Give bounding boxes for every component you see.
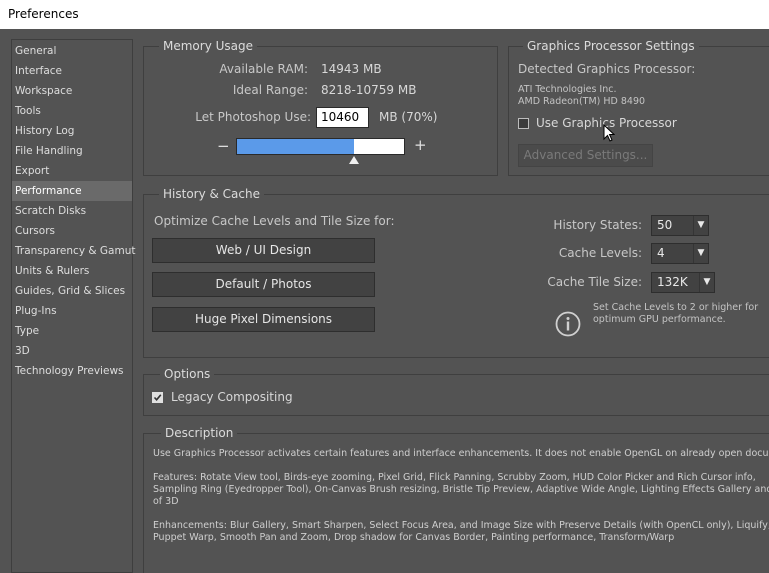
description-enhancements-1: Enhancements: Blur Gallery, Smart Sharpe… — [153, 520, 769, 531]
gpu-settings-title: Graphics Processor Settings — [523, 39, 699, 53]
sidebar-item-tools[interactable]: Tools — [12, 101, 132, 121]
default-photos-button[interactable]: Default / Photos — [152, 272, 375, 297]
memory-slider-thumb[interactable] — [349, 156, 360, 164]
sidebar-item-interface[interactable]: Interface — [12, 61, 132, 81]
cache-levels-label: Cache Levels: — [558, 246, 642, 260]
gpu-model: AMD Radeon(TM) HD 8490 — [518, 96, 646, 107]
history-cache-title: History & Cache — [159, 187, 264, 201]
checkmark-icon — [153, 394, 162, 402]
sidebar-item-file-handling[interactable]: File Handling — [12, 141, 132, 161]
decrease-memory-button[interactable]: − — [217, 137, 230, 155]
info-icon — [555, 311, 581, 337]
info-text-line2: optimum GPU performance. — [593, 314, 726, 325]
let-photoshop-use-label: Let Photoshop Use: — [195, 110, 311, 124]
sidebar-item-export[interactable]: Export — [12, 161, 132, 181]
advanced-settings-button[interactable]: Advanced Settings... — [518, 144, 653, 167]
memory-slider[interactable] — [236, 138, 405, 155]
sidebar-item-cursors[interactable]: Cursors — [12, 221, 132, 241]
sidebar-item-workspace[interactable]: Workspace — [12, 81, 132, 101]
huge-pixel-dimensions-button[interactable]: Huge Pixel Dimensions — [152, 307, 375, 332]
memory-percent-label: MB (70%) — [379, 110, 438, 124]
description-title: Description — [161, 426, 238, 440]
sidebar-item-performance[interactable]: Performance — [12, 181, 132, 201]
description-features-2: Sampling Ring (Eyedropper Tool), On-Canv… — [153, 484, 769, 495]
cache-tile-size-label: Cache Tile Size: — [547, 275, 642, 289]
description-features-3: of 3D — [153, 496, 179, 507]
legacy-compositing-label[interactable]: Legacy Compositing — [171, 390, 293, 404]
chevron-down-icon: ▼ — [693, 244, 708, 263]
description-features-1: Features: Rotate View tool, Birds-eye zo… — [153, 472, 756, 483]
mouse-pointer-icon — [603, 124, 615, 142]
sidebar-item-transparency-gamut[interactable]: Transparency & Gamut — [12, 241, 135, 261]
description-enhancements-2: Puppet Warp, Smooth Pan and Zoom, Drop s… — [153, 532, 675, 543]
cache-levels-select[interactable]: 4 ▼ — [651, 243, 709, 264]
window-title: Preferences — [8, 7, 79, 21]
preferences-sidebar: General Interface Workspace Tools History Lo… — [11, 39, 135, 573]
history-states-select[interactable]: 50 ▼ — [651, 215, 709, 236]
sidebar-item-3d[interactable]: 3D — [12, 341, 132, 361]
memory-slider-fill — [237, 139, 354, 154]
info-text-line1: Set Cache Levels to 2 or higher for — [593, 302, 759, 313]
description-intro: Use Graphics Processor activates certain… — [153, 448, 769, 459]
memory-amount-input[interactable]: 10460 — [316, 107, 369, 128]
sidebar-item-history-log[interactable]: History Log — [12, 121, 132, 141]
legacy-compositing-checkbox[interactable] — [152, 392, 163, 403]
ideal-range-label: Ideal Range: — [232, 83, 308, 97]
sidebar-item-guides-grid-slices[interactable]: Guides, Grid & Slices — [12, 281, 132, 301]
window-titlebar: Preferences — [0, 0, 769, 29]
history-states-label: History States: — [553, 218, 642, 232]
sidebar-item-scratch-disks[interactable]: Scratch Disks — [12, 201, 132, 221]
sidebar-item-general[interactable]: General — [12, 41, 132, 61]
optimize-cache-label: Optimize Cache Levels and Tile Size for: — [154, 214, 395, 228]
cache-tile-size-select[interactable]: 132K ▼ — [651, 272, 715, 293]
use-gpu-checkbox[interactable] — [518, 118, 529, 129]
sidebar-list: General Interface Workspace Tools History Lo… — [12, 40, 135, 381]
sidebar-item-units-rulers[interactable]: Units & Rulers — [12, 261, 132, 281]
ideal-range-value: 8218-10759 MB — [321, 83, 417, 97]
available-ram-value: 14943 MB — [321, 62, 382, 76]
sidebar-item-type[interactable]: Type — [12, 321, 132, 341]
options-title: Options — [160, 367, 215, 381]
cache-levels-value: 4 — [657, 246, 665, 260]
chevron-down-icon: ▼ — [693, 216, 708, 235]
sidebar-item-plug-ins[interactable]: Plug-Ins — [12, 301, 132, 321]
memory-usage-title: Memory Usage — [159, 39, 258, 53]
detected-gpu-label: Detected Graphics Processor: — [518, 62, 696, 76]
sidebar-item-technology-previews[interactable]: Technology Previews — [12, 361, 132, 381]
gpu-vendor: ATI Technologies Inc. — [518, 84, 617, 95]
history-states-value: 50 — [657, 218, 673, 232]
increase-memory-button[interactable]: + — [414, 136, 427, 154]
web-ui-design-button[interactable]: Web / UI Design — [152, 238, 375, 263]
available-ram-label: Available RAM: — [219, 62, 308, 76]
cache-tile-size-value: 132K — [657, 275, 688, 289]
chevron-down-icon: ▼ — [699, 273, 714, 292]
